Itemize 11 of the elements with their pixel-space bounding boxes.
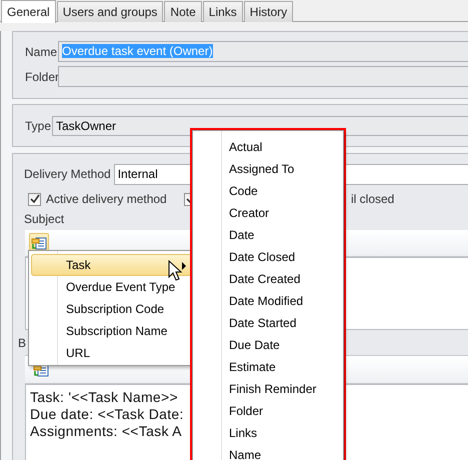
field-label: Name — [25, 44, 58, 58]
body-text-line: Assignments: <<Task A — [30, 423, 182, 440]
field-label: Type — [25, 119, 52, 133]
body-text-line: Task: '<<Task Name>> — [30, 389, 178, 406]
checkbox-label: il closed — [351, 192, 394, 206]
body-text-line: Due date: <<Task Date: — [30, 406, 184, 423]
field-label: B — [18, 336, 26, 350]
field-label: Delivery Method — [24, 167, 111, 181]
field-label: Subject — [24, 212, 64, 226]
checkbox-label: Active delivery method — [46, 192, 168, 206]
field-label: Folder — [25, 70, 58, 84]
